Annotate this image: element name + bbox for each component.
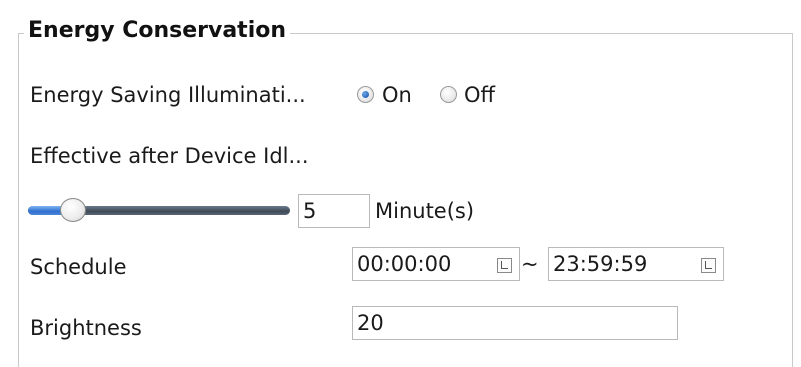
radio-on[interactable] bbox=[357, 86, 374, 103]
schedule-start-value: 00:00:00 bbox=[357, 252, 452, 276]
radio-off[interactable] bbox=[440, 86, 457, 103]
brightness-label: Brightness bbox=[30, 316, 142, 340]
radio-on-label[interactable]: On bbox=[382, 82, 412, 108]
schedule-end-value: 23:59:59 bbox=[553, 252, 648, 276]
idle-minutes-input[interactable]: 5 bbox=[298, 194, 370, 228]
idle-unit-label: Minute(s) bbox=[375, 199, 475, 223]
energy-saving-label: Energy Saving Illuminati... bbox=[30, 83, 306, 107]
idle-slider-thumb[interactable] bbox=[60, 198, 86, 222]
section-title: Energy Conservation bbox=[24, 16, 291, 46]
brightness-input[interactable]: 20 bbox=[352, 306, 678, 340]
schedule-end-input[interactable]: 23:59:59 bbox=[548, 247, 724, 281]
energy-conservation-panel: Energy Conservation Energy Saving Illumi… bbox=[0, 0, 801, 367]
schedule-start-input[interactable]: 00:00:00 bbox=[352, 247, 520, 281]
clock-icon[interactable] bbox=[701, 258, 716, 273]
schedule-label: Schedule bbox=[30, 255, 127, 279]
radio-off-label[interactable]: Off bbox=[464, 82, 495, 108]
clock-icon[interactable] bbox=[497, 258, 512, 273]
idle-label: Effective after Device Idl... bbox=[30, 144, 309, 168]
radio-on-selected-dot bbox=[362, 91, 369, 98]
schedule-separator: ~ bbox=[521, 252, 539, 276]
